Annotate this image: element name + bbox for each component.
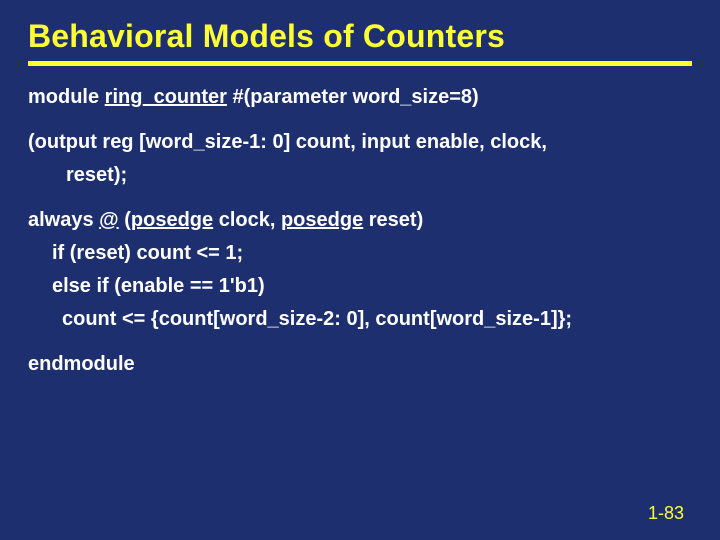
param-decl: #(parameter word_size=8) [227, 86, 479, 108]
kw-module: module [28, 86, 105, 108]
kw-always: always [28, 209, 99, 231]
code-line-endmodule: endmodule [28, 353, 692, 376]
title-rule [28, 61, 692, 66]
at-symbol: @ [99, 209, 119, 231]
page-number: 1-83 [648, 503, 684, 524]
slide: Behavioral Models of Counters module rin… [0, 0, 720, 540]
slide-title: Behavioral Models of Counters [28, 18, 692, 55]
kw-posedge-2: posedge [281, 209, 363, 231]
paren-open: ( [119, 209, 131, 231]
kw-posedge-1: posedge [131, 209, 213, 231]
paren-close: reset) [363, 209, 423, 231]
code-line-if: if (reset) count <= 1; [28, 242, 692, 265]
module-name: ring_counter [105, 86, 227, 108]
code-line-module: module ring_counter #(parameter word_siz… [28, 86, 692, 109]
code-line-elseif: else if (enable == 1'b1) [28, 275, 692, 298]
code-line-ports-a: (output reg [word_size-1: 0] count, inpu… [28, 131, 692, 154]
code-line-assign: count <= {count[word_size-2: 0], count[w… [28, 308, 692, 331]
code-line-always: always @ (posedge clock, posedge reset) [28, 209, 692, 232]
sep: clock, [213, 209, 281, 231]
code-line-ports-b: reset); [28, 164, 692, 187]
code-block: module ring_counter #(parameter word_siz… [28, 86, 692, 376]
